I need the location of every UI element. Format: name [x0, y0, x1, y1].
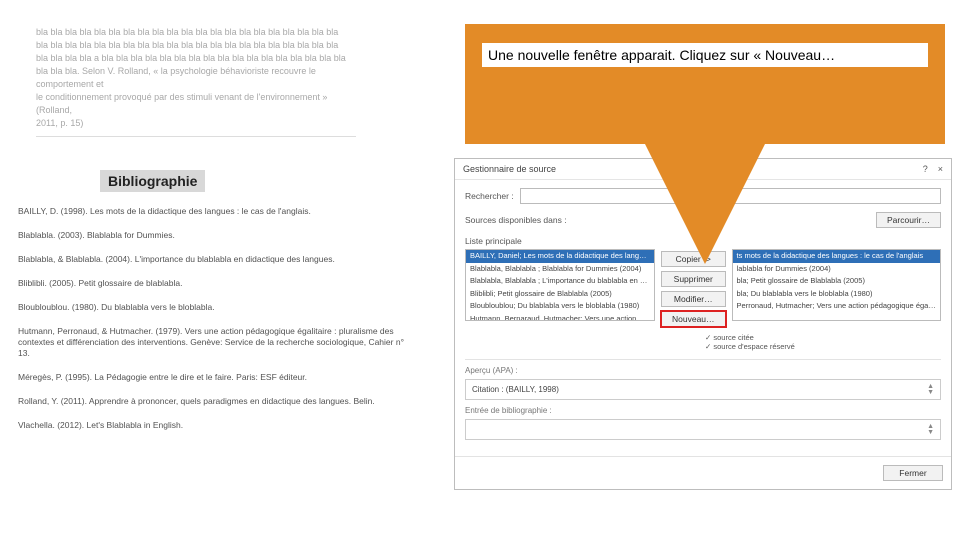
text-line: le conditionnement provoqué par des stim… [36, 91, 356, 117]
scroll-arrows-icon[interactable]: ▲▼ [927, 384, 934, 395]
document-body-text: bla bla bla bla bla bla bla bla bla bla … [36, 26, 356, 137]
text-line: 2011, p. 15) [36, 117, 356, 130]
citation-preview: Citation : (BAILLY, 1998) ▲▼ [465, 379, 941, 400]
text-line: bla bla bla. Selon V. Rolland, « la psyc… [36, 65, 356, 91]
callout-box: Une nouvelle fenêtre apparait. Cliquez s… [465, 24, 945, 144]
bibliography-heading: Bibliographie [100, 170, 205, 192]
callout-text: Une nouvelle fenêtre apparait. Cliquez s… [482, 43, 928, 67]
callout-tail [645, 144, 765, 264]
legend-cited: source citée [705, 333, 941, 342]
bibliography-item: Bloubloublou. (1980). Du blablabla vers … [18, 302, 418, 313]
bibliography-section: Bibliographie BAILLY, D. (1998). Les mot… [18, 170, 418, 445]
bibliography-item: Vlachella. (2012). Let's Blablabla in En… [18, 420, 418, 431]
text-line: bla bla bla bla a bla bla bla bla bla bl… [36, 52, 356, 65]
text-line: bla bla bla bla bla bla bla bla bla bla … [36, 26, 356, 39]
bibliography-item: Hutmann, Perronaud, & Hutmacher. (1979).… [18, 326, 418, 359]
bibliography-item: Méregès, P. (1995). La Pédagogie entre l… [18, 372, 418, 383]
bibliography-item: BAILLY, D. (1998). Les mots de la didact… [18, 206, 418, 217]
text-line: bla bla bla bla bla bla bla bla bla bla … [36, 39, 356, 52]
bibliography-item: Bliblibli. (2005). Petit glossaire de bl… [18, 278, 418, 289]
bibliography-item: Blablabla. (2003). Blablabla for Dummies… [18, 230, 418, 241]
legend-placeholder: source d'espace réservé [705, 342, 941, 351]
preview-label: Aperçu (APA) : [465, 366, 941, 375]
entry-label: Entrée de bibliographie : [465, 406, 941, 415]
bibliography-item: Blablabla, & Blablabla. (2004). L'import… [18, 254, 418, 265]
list-item[interactable]: Hutmann, Bernaraud, Hutmacher; Vers une … [466, 313, 654, 322]
new-button[interactable]: Nouveau… [661, 311, 726, 327]
bibliography-item: Rolland, Y. (2011). Apprendre à prononce… [18, 396, 418, 407]
instruction-callout: Une nouvelle fenêtre apparait. Cliquez s… [465, 24, 945, 308]
citation-text: Citation : (BAILLY, 1998) [472, 385, 559, 394]
close-button[interactable]: Fermer [883, 465, 943, 481]
legend: source citée source d'espace réservé [705, 333, 941, 351]
scroll-arrows-icon[interactable]: ▲▼ [927, 424, 934, 435]
entry-preview: ▲▼ [465, 419, 941, 440]
